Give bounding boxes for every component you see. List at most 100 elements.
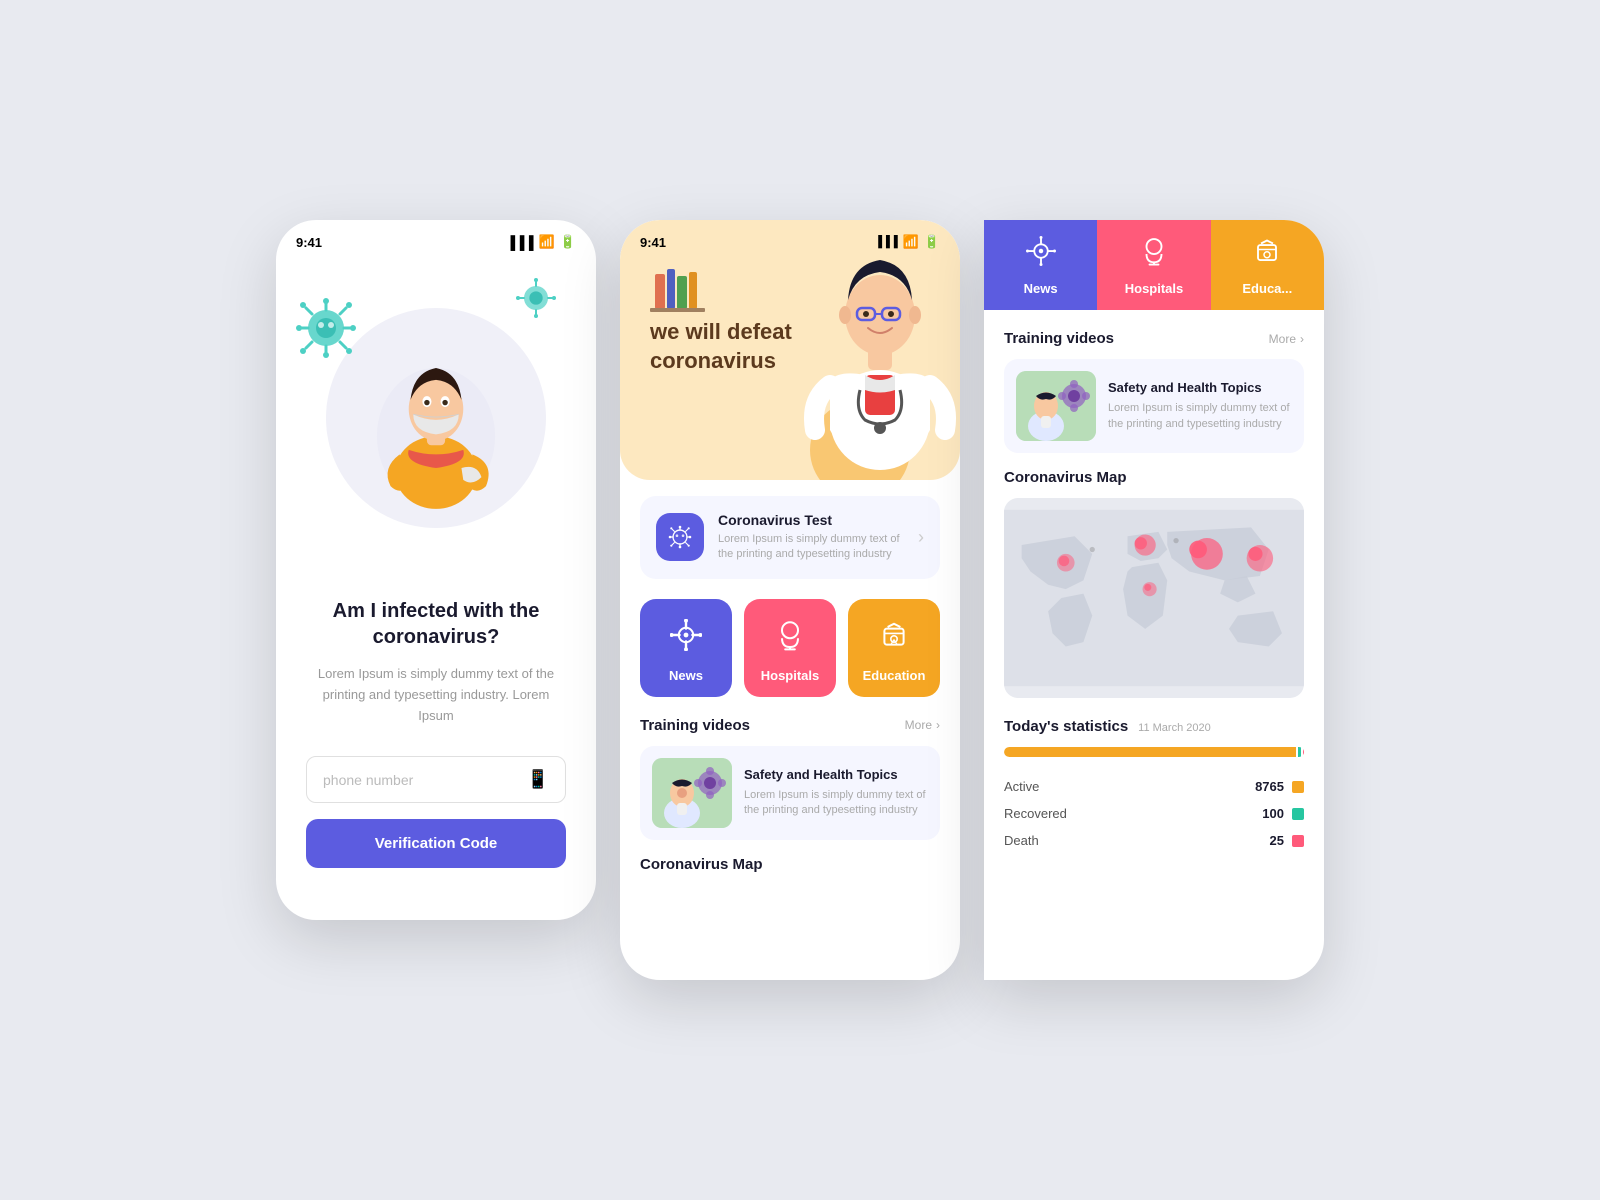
news-icon [670, 619, 702, 658]
tab-news[interactable]: News [984, 220, 1097, 310]
screen2-header: 9:41 ▐▐▐ 📶 🔋 [620, 220, 960, 480]
test-card-desc: Lorem Ipsum is simply dummy text of the … [718, 532, 904, 563]
category-education-label: Education [863, 668, 926, 683]
virus-test-icon [667, 524, 693, 550]
bar-recovered [1298, 747, 1301, 757]
stat-value-wrap-active: 8765 [1255, 779, 1304, 794]
category-education[interactable]: Education [848, 599, 940, 697]
tab-education-icon [1252, 236, 1282, 273]
tab-news-icon [1026, 236, 1056, 273]
tv-thumbnail [1016, 371, 1096, 441]
phone-screen-1: 9:41 ▐▐▐ 📶 🔋 [276, 220, 596, 920]
stat-dot-death [1292, 835, 1304, 847]
battery-icon-2: 🔋 [924, 234, 940, 250]
training-video-card[interactable]: Safety and Health Topics Lorem Ipsum is … [1004, 359, 1304, 453]
status-bar-1: 9:41 ▐▐▐ 📶 🔋 [276, 220, 596, 258]
status-bar-2: 9:41 ▐▐▐ 📶 🔋 [640, 234, 940, 258]
time-2: 9:41 [640, 235, 666, 250]
tab-education-label: Educa... [1242, 281, 1292, 296]
map-title-3: Coronavirus Map [1004, 469, 1304, 486]
verify-button[interactable]: Verification Code [306, 819, 566, 868]
tab-news-label: News [1024, 281, 1058, 296]
stat-label-death: Death [1004, 833, 1039, 848]
tv-title: Safety and Health Topics [1108, 380, 1292, 395]
virus-icon-right [516, 278, 556, 323]
stat-dot-recovered [1292, 808, 1304, 820]
map-container [1004, 498, 1304, 698]
phone-device-icon: 📱 [527, 769, 549, 790]
tab-hospitals[interactable]: Hospitals [1097, 220, 1210, 310]
category-news-label: News [669, 668, 703, 683]
person-illustration [356, 318, 516, 518]
tv-desc: Lorem Ipsum is simply dummy text of the … [1108, 401, 1292, 432]
screen1-content: Am I infected with the coronavirus? Lore… [276, 578, 596, 898]
wifi-icon: 📶 [539, 234, 555, 250]
bar-death [1303, 747, 1304, 757]
map-section-title: Coronavirus Map [640, 856, 940, 873]
wifi-icon-2: 📶 [903, 234, 919, 250]
screens-container: 9:41 ▐▐▐ 📶 🔋 [276, 220, 1324, 980]
stat-value-death: 25 [1270, 833, 1284, 848]
screen2-body: Coronavirus Test Lorem Ipsum is simply d… [620, 480, 960, 889]
bar-active [1004, 747, 1296, 757]
signal-icon: ▐▐▐ [506, 235, 534, 250]
video-card[interactable]: Safety and Health Topics Lorem Ipsum is … [640, 746, 940, 840]
tab-education[interactable]: Educa... [1211, 220, 1324, 310]
stat-label-active: Active [1004, 779, 1039, 794]
stat-value-active: 8765 [1255, 779, 1284, 794]
header-tagline: we will defeat coronavirus [640, 318, 940, 375]
education-icon [878, 619, 910, 658]
stat-dot-active [1292, 781, 1304, 793]
header-content: 9:41 ▐▐▐ 📶 🔋 [640, 234, 940, 375]
phone-screen-2: 9:41 ▐▐▐ 📶 🔋 [620, 220, 960, 980]
training-section-header: Training videos More › [640, 717, 940, 734]
training-section-header-3: Training videos More › [1004, 330, 1304, 347]
test-card[interactable]: Coronavirus Test Lorem Ipsum is simply d… [640, 496, 940, 579]
hospitals-icon [774, 619, 806, 658]
stat-row-active: Active 8765 [1004, 773, 1304, 800]
tv-info: Safety and Health Topics Lorem Ipsum is … [1108, 380, 1292, 432]
stat-row-recovered: Recovered 100 [1004, 800, 1304, 827]
tab-hospitals-icon [1139, 236, 1169, 273]
stats-title: Today's statistics [1004, 718, 1128, 735]
category-hospitals[interactable]: Hospitals [744, 599, 836, 697]
video-thumbnail [652, 758, 732, 828]
stat-row-death: Death 25 [1004, 827, 1304, 854]
virus-icon-left [296, 298, 356, 363]
test-card-arrow-icon: › [918, 527, 924, 548]
phone-screen-3: News Hospitals [984, 220, 1324, 980]
category-hospitals-label: Hospitals [761, 668, 820, 683]
stats-date: 11 March 2020 [1138, 722, 1211, 734]
category-grid: News Hospitals [640, 599, 940, 697]
stats-bar [1004, 747, 1304, 757]
battery-icon: 🔋 [560, 234, 576, 250]
test-card-text: Coronavirus Test Lorem Ipsum is simply d… [718, 512, 904, 563]
screen1-desc: Lorem Ipsum is simply dummy text of the … [306, 664, 566, 726]
stats-section: Today's statistics 11 March 2020 Active … [1004, 718, 1304, 854]
world-map-svg [1004, 498, 1304, 698]
phone-input-wrap[interactable]: 📱 [306, 756, 566, 803]
test-card-title: Coronavirus Test [718, 512, 904, 528]
test-icon-wrap [656, 513, 704, 561]
stat-value-wrap-death: 25 [1270, 833, 1304, 848]
more-btn-3[interactable]: More › [1269, 332, 1304, 346]
more-btn[interactable]: More › [905, 718, 940, 732]
video-title: Safety and Health Topics [744, 767, 928, 782]
hero-section [276, 258, 596, 578]
screen3-body: Training videos More › [984, 310, 1324, 874]
video-desc: Lorem Ipsum is simply dummy text of the … [744, 788, 928, 819]
stat-label-recovered: Recovered [1004, 806, 1067, 821]
signal-icon-2: ▐▐▐ [874, 236, 897, 248]
video-info: Safety and Health Topics Lorem Ipsum is … [744, 767, 928, 819]
stat-value-recovered: 100 [1262, 806, 1284, 821]
stats-header: Today's statistics 11 March 2020 [1004, 718, 1304, 735]
training-title-3: Training videos [1004, 330, 1114, 347]
screen1-title: Am I infected with the coronavirus? [306, 598, 566, 650]
training-title: Training videos [640, 717, 750, 734]
category-news[interactable]: News [640, 599, 732, 697]
stat-value-wrap-recovered: 100 [1262, 806, 1304, 821]
status-icons-2: ▐▐▐ 📶 🔋 [874, 234, 940, 250]
time-1: 9:41 [296, 235, 322, 250]
screen3-tabs: News Hospitals [984, 220, 1324, 310]
phone-input[interactable] [323, 772, 527, 788]
